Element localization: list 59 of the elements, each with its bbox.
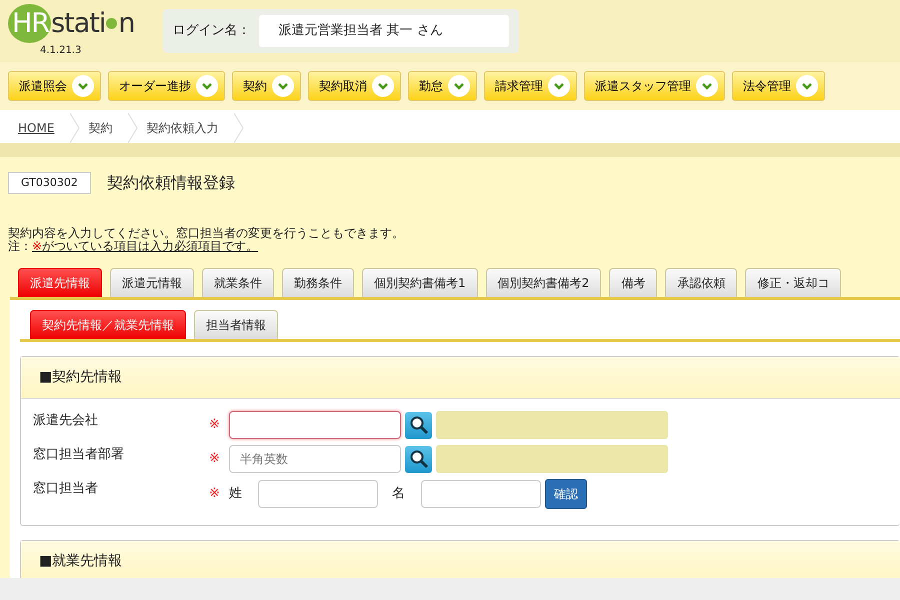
section-header: ■契約先情報 <box>21 357 900 400</box>
field-label: 派遣先会社 <box>32 412 99 430</box>
breadcrumb-separator <box>128 113 138 143</box>
required-mark: ※ <box>209 416 221 434</box>
breadcrumb-item: 契約依頼入力 <box>145 120 220 137</box>
tab[interactable]: 修正・返却コ <box>745 268 842 298</box>
login-name: 派遣元営業担当者 其一 さん <box>258 15 508 47</box>
login-label: ログイン名： <box>172 22 250 40</box>
chevron-down-icon <box>701 80 713 92</box>
instruction-text: 契約内容を入力してください。窓口担当者の変更を行うこともできます。 <box>8 227 405 240</box>
search-button[interactable] <box>405 412 432 439</box>
tab[interactable]: 派遣元情報 <box>110 268 194 298</box>
search-icon <box>408 449 428 470</box>
menu-button[interactable]: 派遣照会 <box>8 71 101 101</box>
chevron-down-icon <box>553 80 565 92</box>
confirm-button[interactable]: 確認 <box>545 479 587 510</box>
breadcrumb-item: 契約 <box>87 120 114 137</box>
menu-button[interactable]: 派遣スタッフ管理 <box>584 71 725 101</box>
search-icon <box>408 415 428 436</box>
tab[interactable]: 個別契約書備考2 <box>486 268 602 298</box>
tab[interactable]: 個別契約書備考1 <box>362 268 478 298</box>
field-label: 姓 <box>229 485 242 504</box>
menu-button[interactable]: 請求管理 <box>484 71 577 101</box>
version-text: 4.1.21.3 <box>40 44 82 58</box>
page-title: 契約依頼情報登録 <box>106 172 235 194</box>
text-field[interactable] <box>421 480 541 508</box>
required-mark: ※ <box>209 485 221 504</box>
breadcrumb-link[interactable]: HOME <box>18 121 54 135</box>
menu-button[interactable]: オーダー進捗 <box>108 71 225 101</box>
menu-button[interactable]: 契約取消 <box>308 71 401 101</box>
tab[interactable]: 勤務条件 <box>282 268 354 298</box>
chevron-down-icon <box>277 80 289 92</box>
text-field[interactable]: 半角英数 <box>229 445 401 474</box>
tab[interactable]: 就業条件 <box>202 268 274 298</box>
tab[interactable]: 契約先情報／就業先情報 <box>30 310 186 340</box>
tab[interactable]: 備考 <box>609 268 658 298</box>
chevron-down-icon <box>77 80 89 92</box>
text-field[interactable] <box>258 480 378 508</box>
search-button[interactable] <box>405 446 432 473</box>
chevron-down-icon <box>453 80 465 92</box>
logo[interactable]: HRstati n <box>8 4 134 43</box>
breadcrumb-separator <box>234 113 244 143</box>
breadcrumb-separator <box>70 113 80 143</box>
field-label: 窓口担当者部署 <box>32 446 125 464</box>
field-label: 名 <box>392 485 405 504</box>
chevron-down-icon <box>377 80 389 92</box>
text-field[interactable] <box>229 411 401 440</box>
menu-button[interactable]: 契約 <box>232 71 301 101</box>
note-text: 注：※がついている項目は入力必須項目です。 <box>8 240 260 252</box>
chevron-down-icon <box>201 80 213 92</box>
chevron-down-icon <box>801 80 813 92</box>
tab[interactable]: 承認依頼 <box>665 268 738 298</box>
required-mark: ※ <box>209 450 221 468</box>
menu-button[interactable]: 法令管理 <box>732 71 825 101</box>
field-label: 窓口担当者 <box>32 480 99 498</box>
screen-code: GT030302 <box>8 172 91 194</box>
tab[interactable]: 派遣先情報 <box>18 268 102 298</box>
tab[interactable]: 担当者情報 <box>194 310 278 340</box>
menu-button[interactable]: 勤怠 <box>408 71 477 101</box>
